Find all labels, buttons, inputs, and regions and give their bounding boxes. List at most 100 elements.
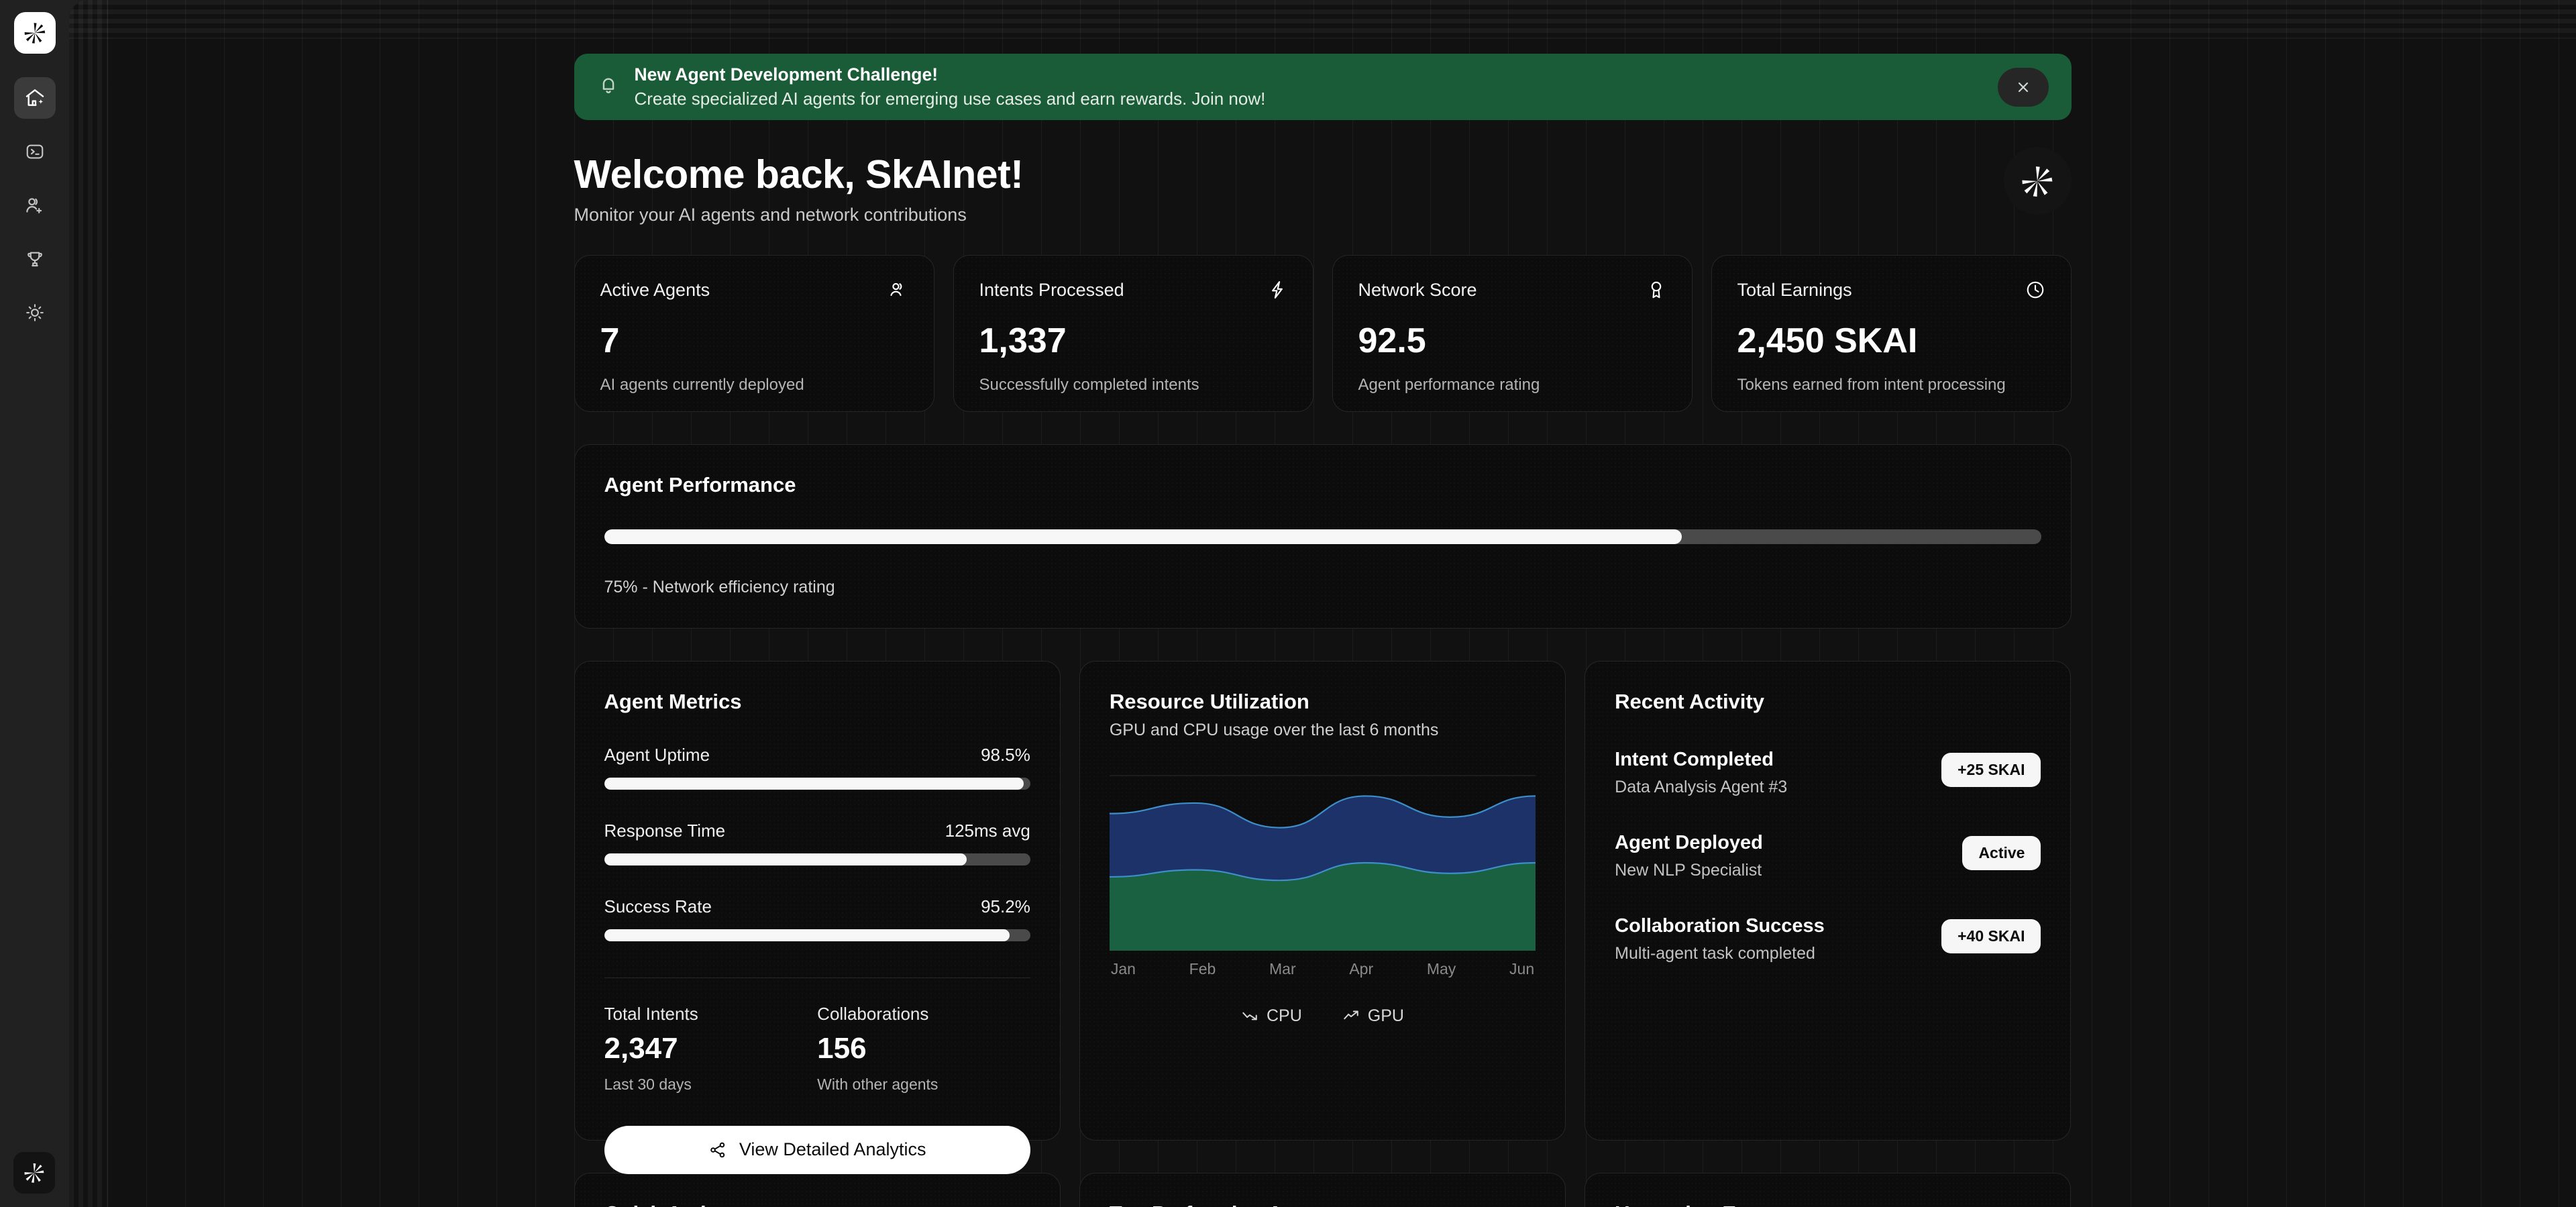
stat-label: Total Earnings <box>1737 279 1852 300</box>
chart-x-axis-labels: Jan Feb Mar Apr May Jun <box>1110 960 1536 978</box>
status-badge: +25 SKAI <box>1941 752 2041 787</box>
award-icon <box>1646 280 1666 303</box>
chart-x-tick: Feb <box>1189 959 1216 978</box>
chart-series-cpu-area <box>1109 862 1536 951</box>
recent-activity-title: Recent Activity <box>1615 689 1764 713</box>
stat-value: 7 <box>600 321 620 360</box>
activity-title: Intent Completed <box>1615 748 1774 770</box>
chart-x-tick: Jun <box>1509 959 1535 978</box>
trophy-icon <box>27 252 42 267</box>
stat-value: 92.5 <box>1358 321 1426 360</box>
sidebar <box>0 0 69 1207</box>
summary-note: Last 30 days <box>604 1075 692 1093</box>
metric-response-time: Response Time 125ms avg <box>604 821 1030 865</box>
resource-chart: Jan Feb Mar Apr May Jun CPU GPU <box>1109 775 1536 1117</box>
stat-description: Agent performance rating <box>1358 375 1540 394</box>
pinwheel-logo-icon <box>24 1163 44 1183</box>
metric-value: 125ms avg <box>945 820 1030 841</box>
stat-value: 1,337 <box>979 321 1067 360</box>
activity-item[interactable]: Agent Deployed New NLP Specialist Active <box>1615 832 2041 880</box>
stat-label: Network Score <box>1358 279 1477 300</box>
agent-performance-progress-fill <box>604 529 1682 544</box>
user-plus-icon <box>26 197 42 213</box>
activity-description: Data Analysis Agent #3 <box>1615 777 1788 796</box>
agent-metrics-title: Agent Metrics <box>604 689 742 713</box>
banner-title: New Agent Development Challenge! <box>634 64 938 85</box>
recent-activity-card: Recent Activity Intent Completed Data An… <box>1585 660 2072 1141</box>
stat-label: Active Agents <box>600 279 710 300</box>
pinwheel-logo-icon <box>2022 166 2053 197</box>
banner-close-button[interactable] <box>1997 67 2049 107</box>
sidebar-item-community[interactable] <box>14 185 56 226</box>
stat-card-active-agents: Active Agents 7 AI agents currently depl… <box>574 254 934 412</box>
legend-item-cpu[interactable]: CPU <box>1241 1006 1302 1026</box>
legend-label: CPU <box>1267 1006 1302 1025</box>
agent-performance-progressbar <box>604 529 2041 544</box>
chart-legend: CPU GPU <box>1110 1006 1536 1026</box>
activity-description: Multi-agent task completed <box>1615 943 1815 963</box>
page-content: New Agent Development Challenge! Create … <box>574 0 2072 1207</box>
status-badge: Active <box>1962 835 2041 870</box>
resource-title: Resource Utilization <box>1109 689 1309 713</box>
metric-progressbar <box>604 777 1030 790</box>
metric-progress-fill <box>604 929 1010 941</box>
trending-down-icon <box>1242 1012 1257 1020</box>
agent-performance-title: Agent Performance <box>604 472 796 496</box>
stacked-area-chart <box>1109 775 1536 951</box>
sidebar-logo[interactable] <box>13 12 56 54</box>
activity-item[interactable]: Collaboration Success Multi-agent task c… <box>1615 915 2041 963</box>
sidebar-item-rewards[interactable] <box>14 238 56 280</box>
stat-description: Tokens earned from intent processing <box>1737 375 2006 394</box>
stat-description: Successfully completed intents <box>979 375 1199 394</box>
welcome-header: Welcome back, SkAInet! Monitor your AI a… <box>574 147 2072 225</box>
chart-x-tick: Apr <box>1349 959 1374 978</box>
chart-x-tick: Mar <box>1269 959 1296 978</box>
pinwheel-logo-icon <box>24 23 45 44</box>
avatar[interactable] <box>2003 147 2072 215</box>
sidebar-item-home[interactable] <box>13 77 56 119</box>
sun-icon <box>25 304 44 321</box>
clock-icon <box>2025 280 2045 303</box>
stat-card-network-score: Network Score 92.5 Agent performance rat… <box>1332 254 1693 412</box>
summary-label: Collaborations <box>817 1003 929 1024</box>
stat-cards: Active Agents 7 AI agents currently depl… <box>574 254 2072 412</box>
chart-x-tick: Jan <box>1110 959 1136 978</box>
status-badge: +40 SKAI <box>1941 919 2041 953</box>
metric-label: Response Time <box>604 820 726 841</box>
terminal-icon <box>26 144 43 159</box>
summary-collaborations: Collaborations 156 With other agents <box>817 1004 1030 1094</box>
view-detailed-analytics-button[interactable]: View Detailed Analytics <box>604 1125 1030 1174</box>
close-icon <box>2018 82 2028 92</box>
stat-description: AI agents currently deployed <box>600 375 804 394</box>
summary-total-intents: Total Intents 2,347 Last 30 days <box>604 1004 818 1094</box>
activity-title: Agent Deployed <box>1615 831 1763 853</box>
legend-item-gpu[interactable]: GPU <box>1342 1006 1404 1026</box>
summary-note: With other agents <box>817 1075 938 1093</box>
agent-performance-card: Agent Performance 75% - Network efficien… <box>574 443 2072 629</box>
summary-value: 156 <box>817 1031 867 1065</box>
page-subtitle: Monitor your AI agents and network contr… <box>574 204 967 225</box>
metric-progress-fill <box>604 777 1024 790</box>
button-label: View Detailed Analytics <box>739 1139 926 1160</box>
sidebar-bottom-logo[interactable] <box>13 1152 55 1194</box>
agent-performance-note: 75% - Network efficiency rating <box>604 577 835 596</box>
metric-value: 95.2% <box>981 896 1030 916</box>
metric-label: Agent Uptime <box>604 744 710 765</box>
resource-utilization-card: Resource Utilization GPU and CPU usage o… <box>1079 660 1566 1141</box>
legend-label: GPU <box>1367 1006 1404 1025</box>
bell-icon <box>597 74 620 100</box>
activity-description: New NLP Specialist <box>1615 860 1762 880</box>
dashboard-row: Agent Metrics Agent Uptime 98.5% Respons… <box>574 660 2072 1174</box>
lightning-icon <box>1267 280 1287 303</box>
home-sparkle-icon <box>25 89 44 106</box>
sidebar-item-terminal[interactable] <box>14 131 56 172</box>
metric-agent-uptime: Agent Uptime 98.5% <box>604 745 1030 790</box>
upcoming-events-title: Upcoming Events <box>1615 1202 2041 1207</box>
activity-item[interactable]: Intent Completed Data Analysis Agent #3 … <box>1615 749 2041 797</box>
banner-subtitle: Create specialized AI agents for emergin… <box>634 88 1266 109</box>
stat-card-total-earnings: Total Earnings 2,450 SKAI Tokens earned … <box>1711 254 2072 412</box>
stat-value: 2,450 SKAI <box>1737 321 1918 360</box>
sidebar-item-theme[interactable] <box>14 292 56 333</box>
top-performing-agents-title: Top Performing Agents <box>1110 1202 1536 1207</box>
page-title: Welcome back, SkAInet! <box>574 152 1024 197</box>
